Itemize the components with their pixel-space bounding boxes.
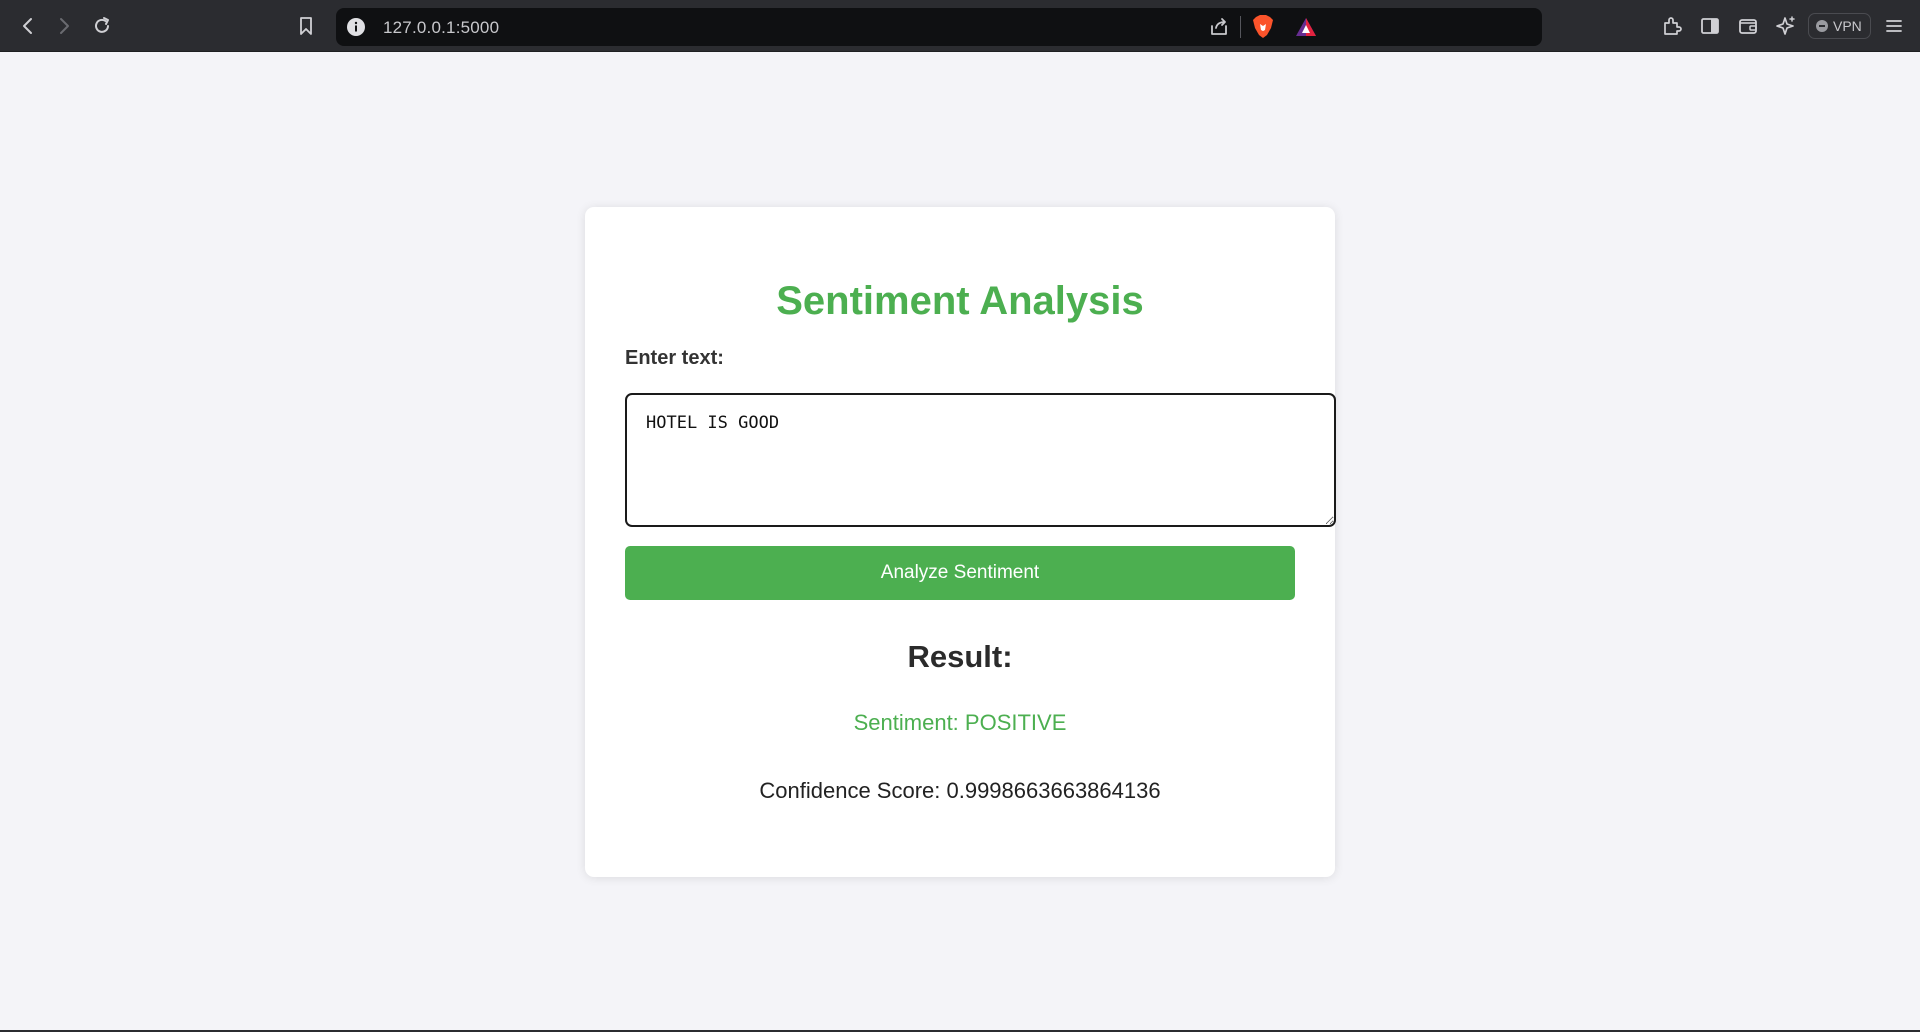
text-input[interactable]: [625, 393, 1336, 527]
extensions-button[interactable]: [1658, 12, 1686, 40]
wallet-icon: [1739, 19, 1757, 34]
sparkle-icon: [1776, 16, 1795, 35]
forward-button[interactable]: [50, 12, 78, 40]
brave-lion-icon[interactable]: [1251, 14, 1275, 40]
chevron-right-icon: [60, 18, 69, 34]
sidebar-icon: [1701, 18, 1719, 34]
reload-icon: [95, 17, 109, 33]
leo-assistant-button[interactable]: [1772, 12, 1800, 40]
wallet-button[interactable]: [1734, 12, 1762, 40]
menu-button[interactable]: [1880, 12, 1908, 40]
sentiment-result: Sentiment: POSITIVE: [853, 710, 1067, 735]
address-bar[interactable]: 127.0.0.1:5000: [336, 8, 1542, 46]
reload-button[interactable]: [88, 12, 116, 40]
info-icon[interactable]: [346, 17, 366, 37]
analyze-sentiment-button[interactable]: Analyze Sentiment: [625, 546, 1295, 600]
bookmark-icon: [300, 17, 312, 35]
page-title: Sentiment Analysis: [776, 279, 1144, 323]
input-label: Enter text:: [625, 347, 724, 369]
vpn-label: VPN: [1833, 18, 1862, 34]
confidence-score: Confidence Score: 0.9998663663864136: [759, 778, 1161, 803]
rewards-triangle-icon[interactable]: [1294, 16, 1318, 38]
share-icon[interactable]: [1208, 16, 1230, 38]
bookmark-button[interactable]: [292, 12, 320, 40]
back-button[interactable]: [14, 12, 42, 40]
divider: [1240, 16, 1241, 38]
chevron-left-icon: [23, 18, 32, 34]
vpn-status-icon: [1816, 20, 1828, 32]
url-text[interactable]: 127.0.0.1:5000: [383, 18, 499, 38]
sidebar-button[interactable]: [1696, 12, 1724, 40]
sentiment-card: Sentiment Analysis Enter text: Analyze S…: [585, 207, 1336, 877]
puzzle-icon: [1664, 17, 1682, 35]
result-heading: Result:: [907, 639, 1013, 674]
hamburger-menu-icon: [1886, 20, 1902, 32]
vpn-button[interactable]: VPN: [1808, 13, 1871, 39]
browser-toolbar: 127.0.0.1:5000 VPN: [0, 0, 1920, 52]
